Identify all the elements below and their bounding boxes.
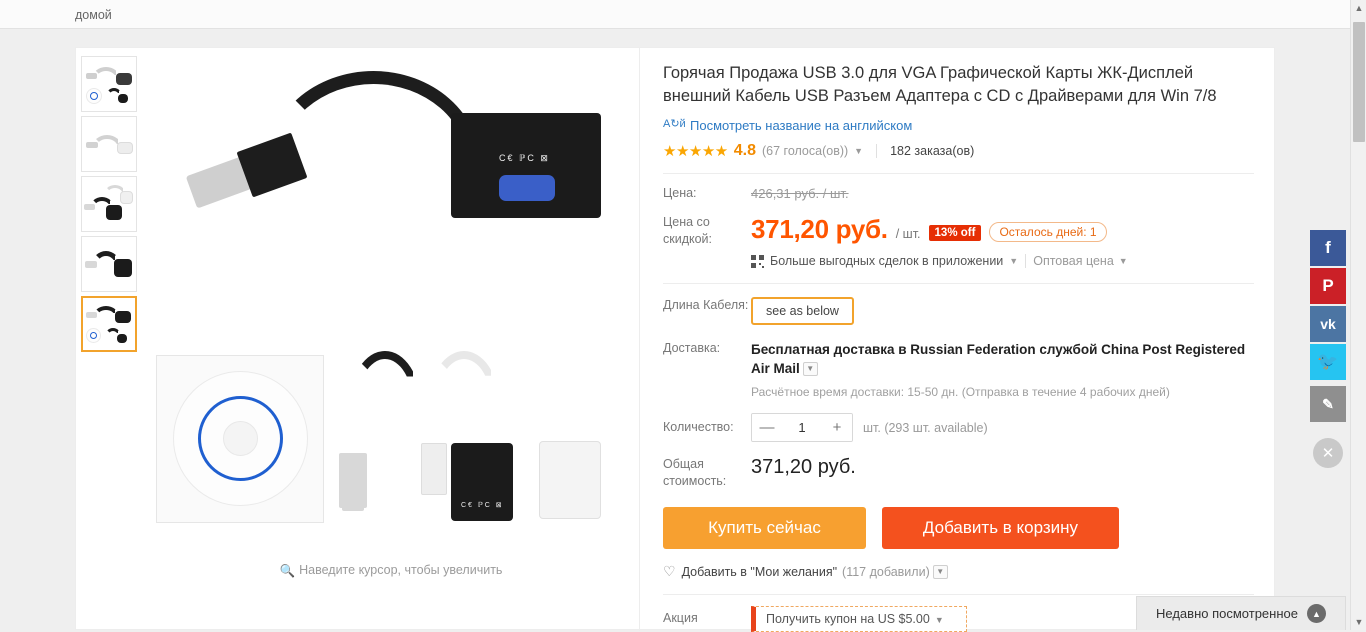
shipping-method: Бесплатная доставка в Russian Federation… <box>751 342 1245 376</box>
scroll-down-arrow-icon[interactable]: ▼ <box>1351 614 1366 630</box>
shipping-chevron-icon[interactable]: ▼ <box>803 362 818 376</box>
product-gallery: C€ ℙC ⊠ C€ ℙC ⊠ 🔍Наведите курсор, чт <box>76 48 640 631</box>
translate-link[interactable]: Посмотреть название на английском <box>690 118 912 133</box>
zoom-hint-text: Наведите курсор, чтобы увеличить <box>299 563 502 577</box>
certification-marks-2: C€ ℙC ⊠ <box>461 501 504 509</box>
divider-2 <box>1025 254 1026 268</box>
gallery-stage: C€ ℙC ⊠ C€ ℙC ⊠ 🔍Наведите курсор, чт <box>151 53 631 598</box>
quantity-decrease-button[interactable]: — <box>752 414 782 441</box>
app-deals-label[interactable]: Больше выгодных сделок в приложении <box>770 254 1003 268</box>
recently-viewed-bar[interactable]: Недавно посмотренное ▲ <box>1136 596 1346 630</box>
main-product-image[interactable]: C€ ℙC ⊠ <box>151 53 631 333</box>
thumbnail-3[interactable] <box>81 176 137 232</box>
translate-icon: A↻й <box>663 117 683 133</box>
app-deals-chevron-icon[interactable]: ▼ <box>1009 256 1018 266</box>
discount-badge: 13% off <box>929 225 982 241</box>
total-label: Общая стоимость: <box>663 456 751 490</box>
secondary-product-image[interactable]: C€ ℙC ⊠ <box>151 343 631 548</box>
page-scrollbar[interactable]: ▲ ▼ <box>1350 0 1366 630</box>
discount-price-label: Цена со скидкой: <box>663 214 751 268</box>
breadcrumb-home[interactable]: домой <box>75 8 112 22</box>
shipping-estimate: Расчётное время доставки: 15-50 дн. (Отп… <box>751 385 1254 399</box>
product-card: C€ ℙC ⊠ C€ ℙC ⊠ 🔍Наведите курсор, чт <box>75 47 1275 630</box>
coupon-chevron-icon[interactable]: ▼ <box>935 615 944 625</box>
chevron-down-icon[interactable]: ▼ <box>854 146 863 156</box>
divider-4 <box>663 594 1254 595</box>
quantity-stepper[interactable]: — + <box>751 413 853 442</box>
discount-price-row: Цена со скидкой: 371,20 руб. / шт. 13% o… <box>663 214 1254 268</box>
divider-3 <box>663 283 1254 284</box>
promo-label: Акция <box>663 610 751 627</box>
edit-icon[interactable]: ✎ <box>1310 386 1346 422</box>
thumbnail-2[interactable] <box>81 116 137 172</box>
chevron-up-icon[interactable]: ▲ <box>1307 604 1326 623</box>
close-icon[interactable]: ✕ <box>1313 438 1343 468</box>
quantity-label: Количество: <box>663 419 751 436</box>
app-deals-row[interactable]: Больше выгодных сделок в приложении ▼ Оп… <box>751 254 1254 268</box>
quantity-input[interactable] <box>782 414 822 441</box>
page-title: Горячая Продажа USB 3.0 для VGA Графичес… <box>663 62 1254 108</box>
thumbnail-5[interactable] <box>81 296 137 352</box>
rating-value: 4.8 <box>734 142 756 160</box>
scroll-up-arrow-icon[interactable]: ▲ <box>1351 0 1366 16</box>
total-value: 371,20 руб. <box>751 456 856 478</box>
buy-now-button[interactable]: Купить сейчас <box>663 507 866 549</box>
shipping-label: Доставка: <box>663 340 751 399</box>
cable-length-row: Длина Кабеля: see as below <box>663 297 1254 325</box>
quantity-row: Количество: — + шт. (293 шт. available) <box>663 413 1254 442</box>
twitter-icon[interactable]: 🐦 <box>1310 344 1346 380</box>
rating-votes: (67 голоса(ов)) <box>762 144 848 158</box>
original-price-label: Цена: <box>663 185 751 203</box>
browser-top-bar: домой <box>0 0 1350 29</box>
coupon-label: Получить купон на US $5.00 <box>766 612 930 626</box>
cable-length-label: Длина Кабеля: <box>663 297 751 325</box>
wishlist-count: (117 добавили) <box>842 565 930 579</box>
action-buttons: Купить сейчас Добавить в корзину <box>663 507 1254 549</box>
total-row: Общая стоимость: 371,20 руб. <box>663 456 1254 490</box>
scrollbar-thumb[interactable] <box>1353 22 1365 142</box>
discount-price-value: 371,20 руб. <box>751 214 888 245</box>
days-left-badge: Осталось дней: 1 <box>989 222 1106 242</box>
divider-1 <box>663 173 1254 174</box>
thumbnail-4[interactable] <box>81 236 137 292</box>
shipping-row: Доставка: Бесплатная доставка в Russian … <box>663 340 1254 399</box>
heart-plus-icon: ♡ <box>663 563 676 580</box>
original-price-value: 426,31 руб. / шт. <box>751 186 849 201</box>
pinterest-icon[interactable]: P <box>1310 268 1346 304</box>
orders-count[interactable]: 182 заказа(ов) <box>890 144 974 158</box>
original-price-row: Цена: 426,31 руб. / шт. <box>663 185 1254 203</box>
translate-row[interactable]: A↻й Посмотреть название на английском <box>663 117 1254 133</box>
wishlist-label[interactable]: Добавить в "Мои желания" <box>682 565 837 579</box>
wishlist-chevron-icon[interactable]: ▼ <box>933 565 948 579</box>
thumbnail-list <box>81 56 143 356</box>
price-per-unit: / шт. <box>896 227 921 241</box>
add-to-cart-button[interactable]: Добавить в корзину <box>882 507 1119 549</box>
thumbnail-1[interactable] <box>81 56 137 112</box>
zoom-hint: 🔍Наведите курсор, чтобы увеличить <box>151 563 631 579</box>
qr-code-icon <box>751 255 764 268</box>
stock-availability: шт. (293 шт. available) <box>863 421 988 435</box>
facebook-icon[interactable]: f <box>1310 230 1346 266</box>
magnifier-icon: 🔍 <box>280 564 296 578</box>
product-info: Горячая Продажа USB 3.0 для VGA Графичес… <box>641 48 1276 631</box>
wishlist-row[interactable]: ♡ Добавить в "Мои желания" (117 добавили… <box>663 563 1254 580</box>
wholesale-chevron-icon[interactable]: ▼ <box>1119 256 1128 266</box>
recently-viewed-label: Недавно посмотренное <box>1156 606 1298 621</box>
wholesale-price-label[interactable]: Оптовая цена <box>1033 254 1114 268</box>
coupon-button[interactable]: Получить купон на US $5.00 ▼ <box>751 606 967 632</box>
social-share-rail: f P vk 🐦 ✎ ✕ <box>1310 230 1346 468</box>
certification-marks: C€ ℙC ⊠ <box>499 153 550 164</box>
rating-row: ★★★★★ 4.8 (67 голоса(ов)) ▼ 182 заказа(о… <box>663 142 1254 160</box>
vk-icon[interactable]: vk <box>1310 306 1346 342</box>
quantity-increase-button[interactable]: + <box>822 414 852 441</box>
cable-length-option[interactable]: see as below <box>751 297 854 325</box>
star-rating-icon: ★★★★★ <box>663 142 728 160</box>
divider <box>876 144 877 158</box>
